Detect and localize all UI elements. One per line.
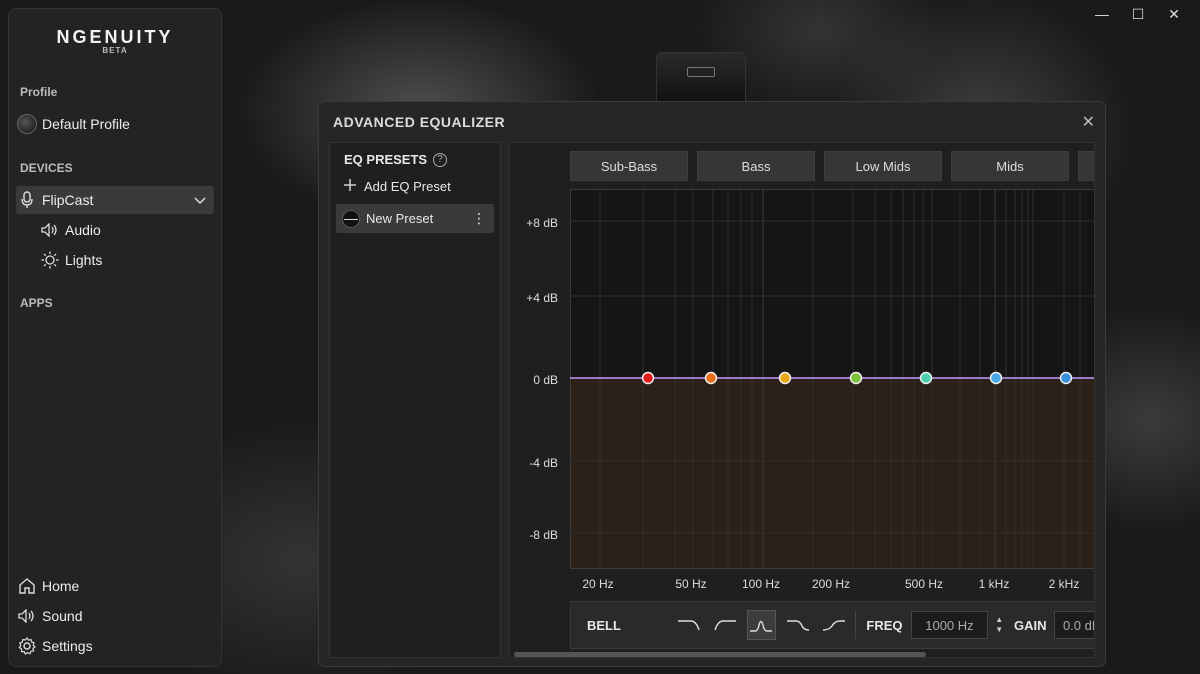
y-label-plus8: +8 dB bbox=[526, 216, 558, 230]
chevron-down-icon[interactable] bbox=[194, 192, 206, 208]
add-eq-preset-label: Add EQ Preset bbox=[364, 179, 451, 194]
low-shelf-cut-icon[interactable] bbox=[675, 610, 704, 640]
sidebar-item-lights[interactable]: Lights bbox=[39, 246, 214, 274]
sound-label: Sound bbox=[42, 608, 83, 624]
profile-name: Default Profile bbox=[42, 116, 130, 132]
close-icon[interactable]: ✕ bbox=[1082, 112, 1095, 132]
sun-icon bbox=[39, 249, 61, 271]
profile-avatar bbox=[17, 114, 37, 134]
advanced-equalizer-dialog: ADVANCED EQUALIZER ✕ EQ PRESETS ? Add EQ… bbox=[318, 101, 1106, 667]
x-label-20hz: 20 Hz bbox=[582, 577, 614, 591]
dialog-title: ADVANCED EQUALIZER bbox=[333, 114, 506, 130]
eq-graph[interactable] bbox=[570, 189, 1095, 569]
freq-input[interactable]: 1000 Hz bbox=[910, 611, 989, 639]
profile-section-title: Profile bbox=[20, 85, 58, 99]
freq-label: FREQ bbox=[866, 617, 903, 633]
sidebar: NGENUITY BETA Profile Default Profile DE… bbox=[8, 8, 222, 667]
low-pass-icon[interactable] bbox=[783, 610, 812, 640]
filter-controls: BELL FREQ 1000 Hz ▲▼ GAIN 0.0 dB bbox=[570, 601, 1094, 649]
tab-mids[interactable]: Mids bbox=[951, 151, 1069, 181]
eq-presets-panel: EQ PRESETS ? Add EQ Preset New Preset ⋮ bbox=[329, 142, 501, 658]
preset-name: New Preset bbox=[366, 211, 434, 226]
x-label-500hz: 500 Hz bbox=[904, 577, 944, 591]
logo-name: NGENUITY bbox=[56, 27, 174, 47]
bell-filter-icon[interactable] bbox=[746, 610, 777, 640]
sidebar-item-sound[interactable]: Sound bbox=[16, 602, 214, 630]
eq-band-point-3[interactable] bbox=[778, 371, 792, 385]
eq-band-point-1[interactable] bbox=[641, 371, 655, 385]
eq-band-point-6[interactable] bbox=[989, 371, 1003, 385]
x-label-100hz: 100 Hz bbox=[741, 577, 781, 591]
tab-bass[interactable]: Bass bbox=[697, 151, 815, 181]
apps-section-title: APPS bbox=[20, 296, 53, 310]
lights-label: Lights bbox=[65, 252, 103, 268]
eq-fill-area bbox=[571, 378, 1094, 568]
kebab-menu-icon[interactable]: ⋮ bbox=[472, 210, 486, 227]
settings-label: Settings bbox=[42, 638, 93, 654]
band-tabs: Sub-Bass Bass Low Mids Mids bbox=[570, 151, 1094, 181]
high-pass-icon[interactable] bbox=[711, 610, 740, 640]
sidebar-item-audio[interactable]: Audio bbox=[39, 216, 214, 244]
add-eq-preset-button[interactable]: Add EQ Preset bbox=[344, 179, 451, 194]
audio-label: Audio bbox=[65, 222, 101, 238]
y-label-minus4: -4 dB bbox=[529, 456, 558, 470]
app-logo: NGENUITY BETA bbox=[9, 27, 221, 55]
eq-band-point-2[interactable] bbox=[704, 371, 718, 385]
filter-type-label: BELL bbox=[587, 617, 621, 633]
divider bbox=[855, 611, 857, 639]
eq-presets-header: EQ PRESETS ? bbox=[344, 152, 448, 167]
x-label-2khz: 2 kHz bbox=[1048, 577, 1080, 591]
speaker-icon bbox=[16, 605, 38, 627]
home-icon bbox=[16, 575, 38, 597]
high-shelf-icon[interactable] bbox=[819, 610, 848, 640]
minimize-button[interactable]: — bbox=[1084, 4, 1120, 24]
maximize-button[interactable]: ☐ bbox=[1120, 4, 1156, 24]
sidebar-item-home[interactable]: Home bbox=[16, 572, 214, 600]
close-window-button[interactable]: ✕ bbox=[1156, 4, 1192, 24]
horizontal-scrollbar[interactable] bbox=[514, 652, 926, 657]
plus-icon bbox=[344, 179, 356, 194]
y-label-zero: 0 dB bbox=[533, 373, 558, 387]
eq-band-point-7[interactable] bbox=[1059, 371, 1073, 385]
profile-selector[interactable]: Default Profile bbox=[16, 110, 214, 138]
preset-item-new-preset[interactable]: New Preset ⋮ bbox=[336, 204, 494, 233]
tab-sub-bass[interactable]: Sub-Bass bbox=[570, 151, 688, 181]
y-label-plus4: +4 dB bbox=[526, 291, 558, 305]
x-label-200hz: 200 Hz bbox=[811, 577, 851, 591]
microphone-icon bbox=[16, 189, 38, 211]
preset-flat-icon bbox=[342, 209, 360, 228]
help-icon[interactable]: ? bbox=[433, 152, 448, 167]
device-image bbox=[656, 52, 746, 104]
tab-next-partial[interactable] bbox=[1078, 151, 1094, 181]
logo-beta: BETA bbox=[102, 46, 128, 55]
gain-input[interactable]: 0.0 dB bbox=[1054, 611, 1094, 639]
x-label-50hz: 50 Hz bbox=[675, 577, 707, 591]
speaker-icon bbox=[39, 219, 61, 241]
sidebar-item-settings[interactable]: Settings bbox=[16, 632, 214, 660]
freq-stepper[interactable]: ▲ ▼ bbox=[992, 615, 1006, 635]
sidebar-item-flipcast[interactable]: FlipCast bbox=[16, 186, 214, 214]
y-label-minus8: -8 dB bbox=[529, 528, 558, 542]
gain-label: GAIN bbox=[1013, 617, 1047, 633]
window-controls: — ☐ ✕ bbox=[1084, 4, 1192, 24]
eq-area: Sub-Bass Bass Low Mids Mids +8 dB +4 dB … bbox=[509, 142, 1095, 658]
x-label-1khz: 1 kHz bbox=[978, 577, 1010, 591]
eq-presets-title: EQ PRESETS bbox=[344, 152, 428, 167]
devices-section-title: DEVICES bbox=[20, 161, 73, 175]
tab-low-mids[interactable]: Low Mids bbox=[824, 151, 942, 181]
device-name: FlipCast bbox=[42, 192, 94, 208]
gear-icon bbox=[16, 635, 38, 657]
eq-band-point-4[interactable] bbox=[849, 371, 863, 385]
home-label: Home bbox=[42, 578, 80, 594]
eq-band-point-5[interactable] bbox=[919, 371, 933, 385]
